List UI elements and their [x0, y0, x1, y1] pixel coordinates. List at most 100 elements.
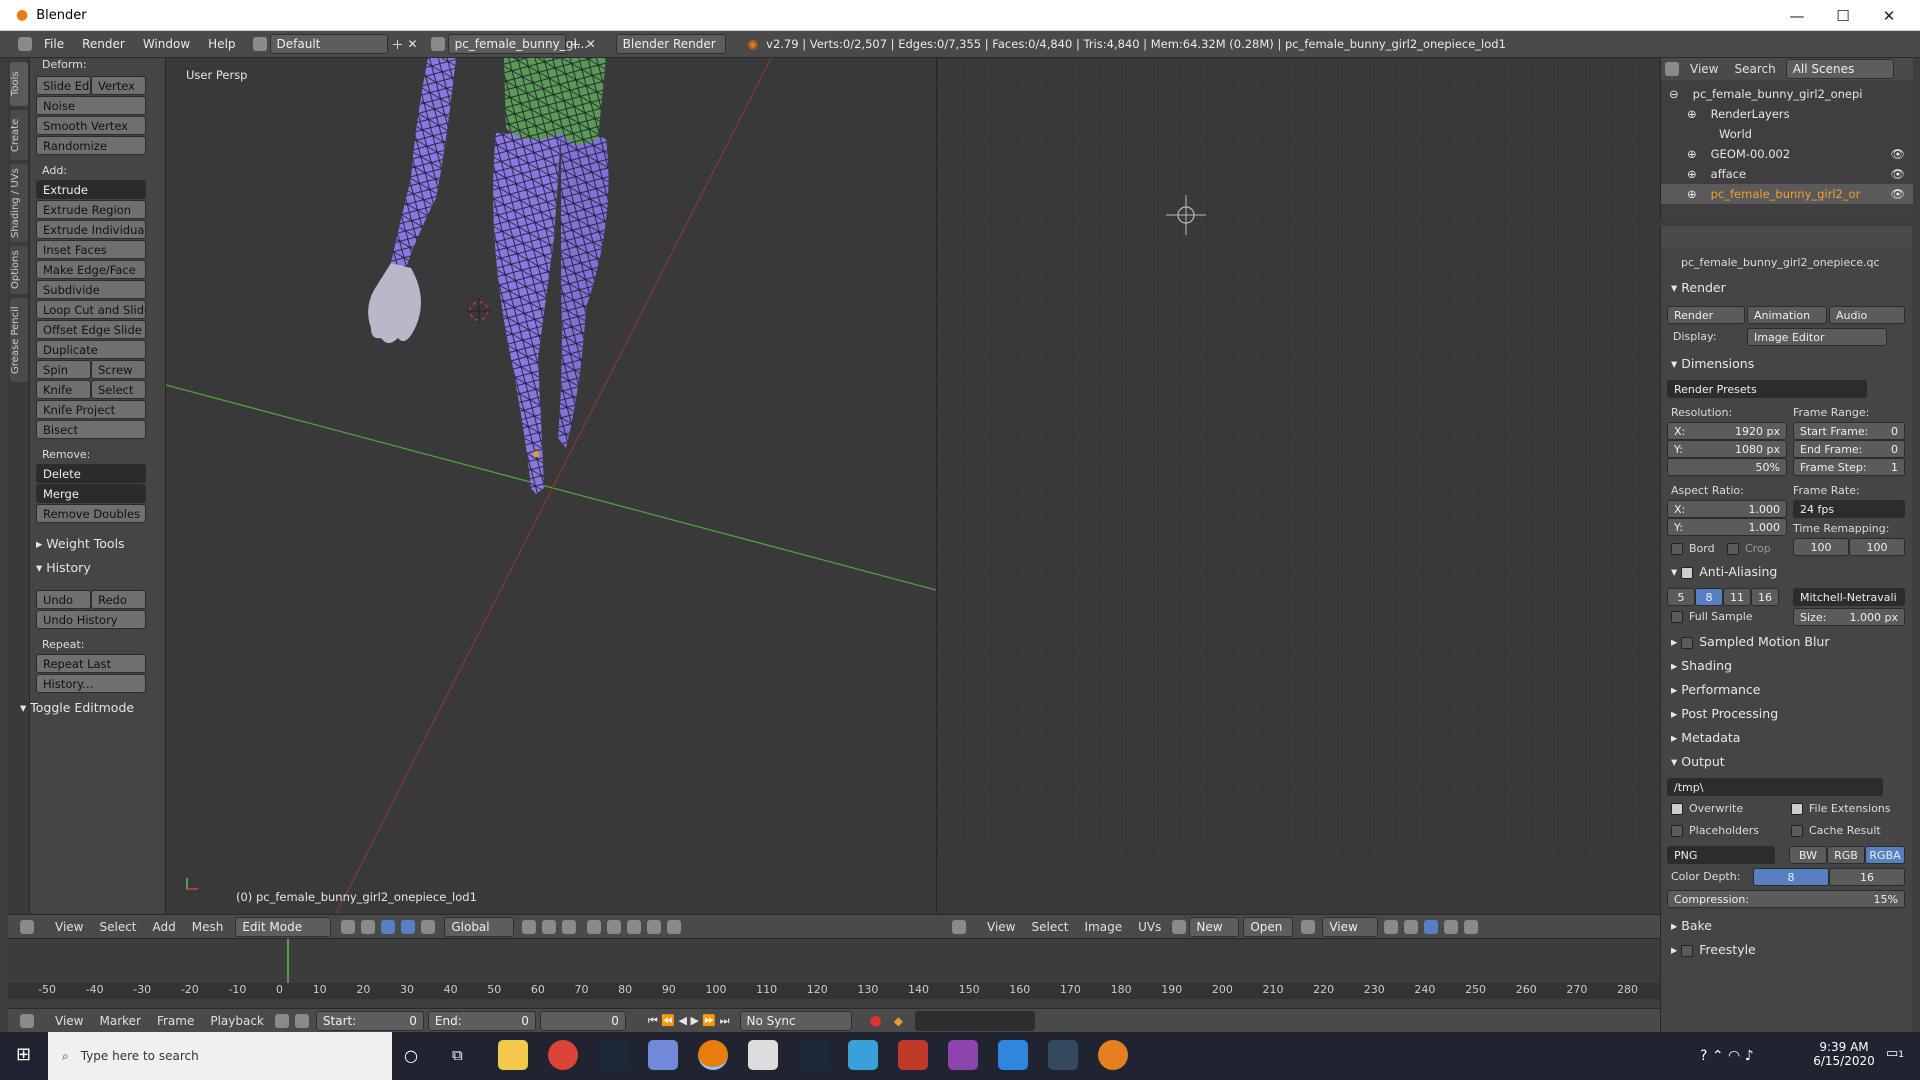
- aa-samples-5[interactable]: 5: [1667, 588, 1695, 606]
- image-browse-icon[interactable]: [1172, 919, 1187, 934]
- aa-filter-select[interactable]: Mitchell-Netravali: [1793, 588, 1905, 606]
- rotate-icon[interactable]: [421, 919, 436, 934]
- visibility-eye-icon[interactable]: 👁: [1890, 187, 1905, 201]
- menu-view[interactable]: View: [47, 920, 91, 934]
- scene-icon[interactable]: [430, 37, 445, 51]
- extrude-dropdown[interactable]: Extrude: [36, 180, 146, 199]
- edge-select-icon[interactable]: [542, 919, 557, 934]
- view-mode-select[interactable]: View: [1322, 916, 1379, 937]
- resolution-y-field[interactable]: Y: 1080 px: [1667, 440, 1787, 458]
- menu-playback[interactable]: Playback: [202, 1014, 272, 1028]
- outliner-item-scene[interactable]: ⊖ pc_female_bunny_girl2_onepi: [1661, 84, 1913, 104]
- app-flag-icon[interactable]: [948, 1040, 978, 1070]
- tab-options[interactable]: Options: [10, 246, 28, 294]
- app-icon[interactable]: [848, 1040, 878, 1070]
- filter-size-field[interactable]: Size: 1.000 px: [1793, 608, 1905, 626]
- menu-marker[interactable]: Marker: [91, 1014, 148, 1028]
- weight-tools-panel[interactable]: ▸ Weight Tools: [36, 536, 152, 551]
- randomize-button[interactable]: Randomize: [36, 136, 146, 155]
- playback-controls-icon[interactable]: ⏮ ⏪ ◀ ▶ ⏩ ⏭: [648, 1014, 730, 1028]
- end-frame-field[interactable]: End Frame: 0: [1793, 440, 1905, 458]
- maximize-button[interactable]: ☐: [1820, 0, 1866, 31]
- menu-select[interactable]: Select: [91, 920, 144, 934]
- close-button[interactable]: ✕: [1866, 0, 1912, 31]
- overwrite-checkbox[interactable]: Overwrite: [1671, 802, 1743, 815]
- frame-rate-select[interactable]: 24 fps: [1793, 500, 1905, 518]
- undo-button[interactable]: Undo: [36, 590, 91, 609]
- layout-icon[interactable]: [252, 37, 267, 51]
- audio-button[interactable]: Audio: [1829, 306, 1905, 324]
- render-panel-header[interactable]: ▾ Render: [1671, 280, 1726, 295]
- manipulator-icon[interactable]: [381, 919, 396, 934]
- file-extensions-checkbox[interactable]: File Extensions: [1791, 802, 1891, 815]
- shading-panel-header[interactable]: ▸ Shading: [1671, 658, 1732, 673]
- properties-context-tabs[interactable]: [1661, 226, 1912, 248]
- 3d-viewport[interactable]: User Persp (0) pc_female_bunny_girl2_one…: [166, 58, 936, 914]
- outliner-item-renderlayers[interactable]: ⊕ RenderLayers: [1661, 104, 1913, 124]
- outliner-item-afface[interactable]: ⊕ afface 👁: [1661, 164, 1913, 184]
- freestyle-panel-header[interactable]: ▸ Freestyle: [1671, 942, 1756, 957]
- file-explorer-icon[interactable]: [498, 1040, 528, 1070]
- inset-faces-button[interactable]: Inset Faces: [36, 240, 146, 259]
- duplicate-button[interactable]: Duplicate: [36, 340, 146, 359]
- depth-8-button[interactable]: 8: [1753, 868, 1829, 886]
- tab-shading-uvs[interactable]: Shading / UVs: [10, 164, 28, 242]
- editor-type-icon[interactable]: [20, 919, 34, 934]
- slide-edge-button[interactable]: Slide Ed: [36, 76, 91, 95]
- menu-render[interactable]: Render: [73, 37, 134, 51]
- color-rgb-button[interactable]: RGB: [1827, 846, 1865, 864]
- editor-type-icon[interactable]: [952, 919, 966, 934]
- menu-mesh[interactable]: Mesh: [184, 920, 232, 934]
- display-select[interactable]: Image Editor: [1747, 328, 1887, 346]
- add-layout-icon[interactable]: ＋: [392, 36, 404, 53]
- add-scene-icon[interactable]: ＋: [570, 36, 582, 53]
- dimensions-panel-header[interactable]: ▾ Dimensions: [1671, 356, 1754, 371]
- image-editor[interactable]: [936, 58, 1660, 914]
- app-window-icon[interactable]: [1048, 1040, 1078, 1070]
- info-editor-icon[interactable]: [18, 37, 32, 51]
- frame-step-field[interactable]: Frame Step: 1: [1793, 458, 1905, 476]
- metadata-panel-header[interactable]: ▸ Metadata: [1671, 730, 1740, 745]
- file-format-select[interactable]: PNG: [1667, 846, 1775, 864]
- menu-frame[interactable]: Frame: [149, 1014, 202, 1028]
- make-edge-face-button[interactable]: Make Edge/Face: [36, 260, 146, 279]
- display-mode-select[interactable]: All Scenes: [1785, 59, 1894, 79]
- aspect-x-field[interactable]: X: 1.000: [1667, 500, 1787, 518]
- render-icon[interactable]: [667, 919, 682, 934]
- delete-dropdown[interactable]: Delete: [36, 464, 146, 483]
- pivot-icon[interactable]: [1384, 919, 1399, 934]
- face-select-icon[interactable]: [562, 919, 577, 934]
- loop-cut-button[interactable]: Loop Cut and Slide: [36, 300, 146, 319]
- menu-select[interactable]: Select: [1023, 920, 1076, 934]
- occlude-icon[interactable]: [587, 919, 602, 934]
- keying-set-field[interactable]: [914, 1010, 1035, 1031]
- new-image-button[interactable]: New: [1189, 916, 1240, 937]
- cortana-icon[interactable]: ○: [404, 1046, 418, 1065]
- resolution-percent-slider[interactable]: 50%: [1667, 458, 1787, 476]
- chrome-icon[interactable]: [548, 1040, 578, 1070]
- time-remap-new-field[interactable]: 100: [1849, 538, 1905, 556]
- visibility-eye-icon[interactable]: 👁: [1890, 147, 1905, 161]
- editor-type-icon[interactable]: [20, 1013, 34, 1028]
- discord-icon[interactable]: [648, 1040, 678, 1070]
- placeholders-checkbox[interactable]: Placeholders: [1671, 824, 1759, 837]
- channels-icon[interactable]: [1444, 919, 1459, 934]
- knife-select-button[interactable]: Select: [91, 380, 146, 399]
- steam-vr-icon[interactable]: [798, 1040, 828, 1070]
- menu-help[interactable]: Help: [199, 37, 244, 51]
- bake-panel-header[interactable]: ▸ Bake: [1671, 918, 1712, 933]
- knife-project-button[interactable]: Knife Project: [36, 400, 146, 419]
- vertex-select-icon[interactable]: [522, 919, 537, 934]
- depth-16-button[interactable]: 16: [1829, 868, 1905, 886]
- tab-tools[interactable]: Tools: [10, 62, 28, 106]
- merge-dropdown[interactable]: Merge: [36, 484, 146, 503]
- taskbar-clock[interactable]: 9:39 AM 6/15/2020: [1808, 1040, 1880, 1068]
- visibility-eye-icon[interactable]: 👁: [1890, 167, 1905, 181]
- output-path-field[interactable]: /tmp\: [1667, 778, 1883, 796]
- mode-select[interactable]: Edit Mode: [235, 916, 332, 937]
- render-button[interactable]: Render: [1667, 306, 1745, 324]
- menu-file[interactable]: File: [35, 37, 73, 51]
- start-frame-field[interactable]: Start Frame: 0: [1793, 422, 1905, 440]
- history-button[interactable]: History...: [36, 674, 146, 693]
- cache-result-checkbox[interactable]: Cache Result: [1791, 824, 1881, 837]
